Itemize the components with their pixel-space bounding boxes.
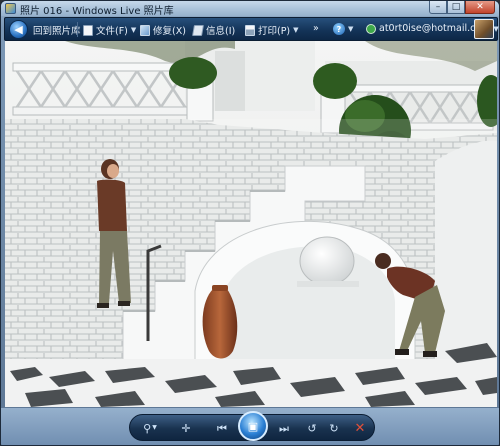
chevron-down-icon: ▼ [348,25,354,33]
file-menu[interactable]: 文件(F) ▼ [83,23,136,37]
info-button[interactable]: 信息(I) [192,23,236,37]
playback-controls: ⚲ ▼ ✛ ⏮ ▣ ⏭ ↺ ↻ ✕ [129,411,375,441]
help-icon: ? [333,23,345,35]
back-arrow-icon[interactable]: ◀ [9,20,28,39]
fix-icon [140,24,150,36]
user-status-icon [366,23,376,34]
photo-viewer-window: 照片 016 - Windows Live 照片库 – □ ✕ ◀ 回到照片库 … [0,0,500,446]
title-bar[interactable]: 照片 016 - Windows Live 照片库 – □ ✕ [1,1,499,17]
chevron-down-icon: ▼ [293,26,299,34]
file-menu-label: 文件(F) [96,26,128,37]
printer-icon [245,24,255,36]
back-to-gallery-button[interactable]: 回到照片库 [33,23,81,37]
photo-gallery-app-icon [5,3,16,14]
minimize-button[interactable]: – [429,1,447,14]
actual-size-icon: ✛ [181,421,191,435]
slideshow-icon: ▣ [247,419,259,433]
window-title: 照片 016 - Windows Live 照片库 [20,6,174,17]
help-menu[interactable]: ? ▼ [333,23,353,35]
zoom-button[interactable]: ⚲ ▼ [142,420,158,436]
chevron-down-icon: ▼ [152,424,157,431]
slideshow-button[interactable]: ▣ [238,411,268,441]
file-icon [83,24,93,36]
magnifier-icon: ⚲ [143,421,152,435]
info-icon [192,24,204,36]
toolbar-divider [77,22,78,37]
fix-label: 修复(X) [153,26,186,37]
next-icon: ⏭ [279,421,289,435]
info-label: 信息(I) [206,26,236,37]
bottom-toolbar: ⚲ ▼ ✛ ⏮ ▣ ⏭ ↺ ↻ ✕ [1,408,499,445]
rotate-counterclockwise-icon: ↺ [307,421,317,435]
print-menu[interactable]: 打印(P) ▼ [245,23,299,37]
rotate-clockwise-icon: ↻ [329,421,339,435]
actual-size-button[interactable]: ✛ [178,420,194,436]
rotate-counterclockwise-button[interactable]: ↺ [304,420,320,436]
window-controls: – □ ✕ [429,1,495,14]
delete-button[interactable]: ✕ [352,420,368,436]
rotate-clockwise-button[interactable]: ↻ [326,420,342,436]
chevron-down-icon: ▼ [493,24,499,33]
print-menu-label: 打印(P) [258,26,291,37]
chevron-down-icon: ▼ [130,26,137,34]
more-commands-icon: » [313,23,319,34]
back-to-gallery-label: 回到照片库 [33,26,81,37]
fix-button[interactable]: 修复(X) [140,23,186,37]
maximize-button[interactable]: □ [447,1,465,14]
more-commands-button[interactable]: » [313,23,319,34]
photo-display[interactable] [5,41,497,407]
photo-image [5,41,497,407]
command-bar: ◀ 回到照片库 文件(F) ▼ 修复(X) 信息(I) 打印(P) ▼ » ? [4,17,499,41]
next-button[interactable]: ⏭ [276,420,292,436]
delete-icon: ✕ [354,420,366,436]
close-button[interactable]: ✕ [465,1,495,14]
previous-icon: ⏮ [217,421,227,435]
avatar[interactable] [474,19,494,39]
previous-button[interactable]: ⏮ [214,420,230,436]
